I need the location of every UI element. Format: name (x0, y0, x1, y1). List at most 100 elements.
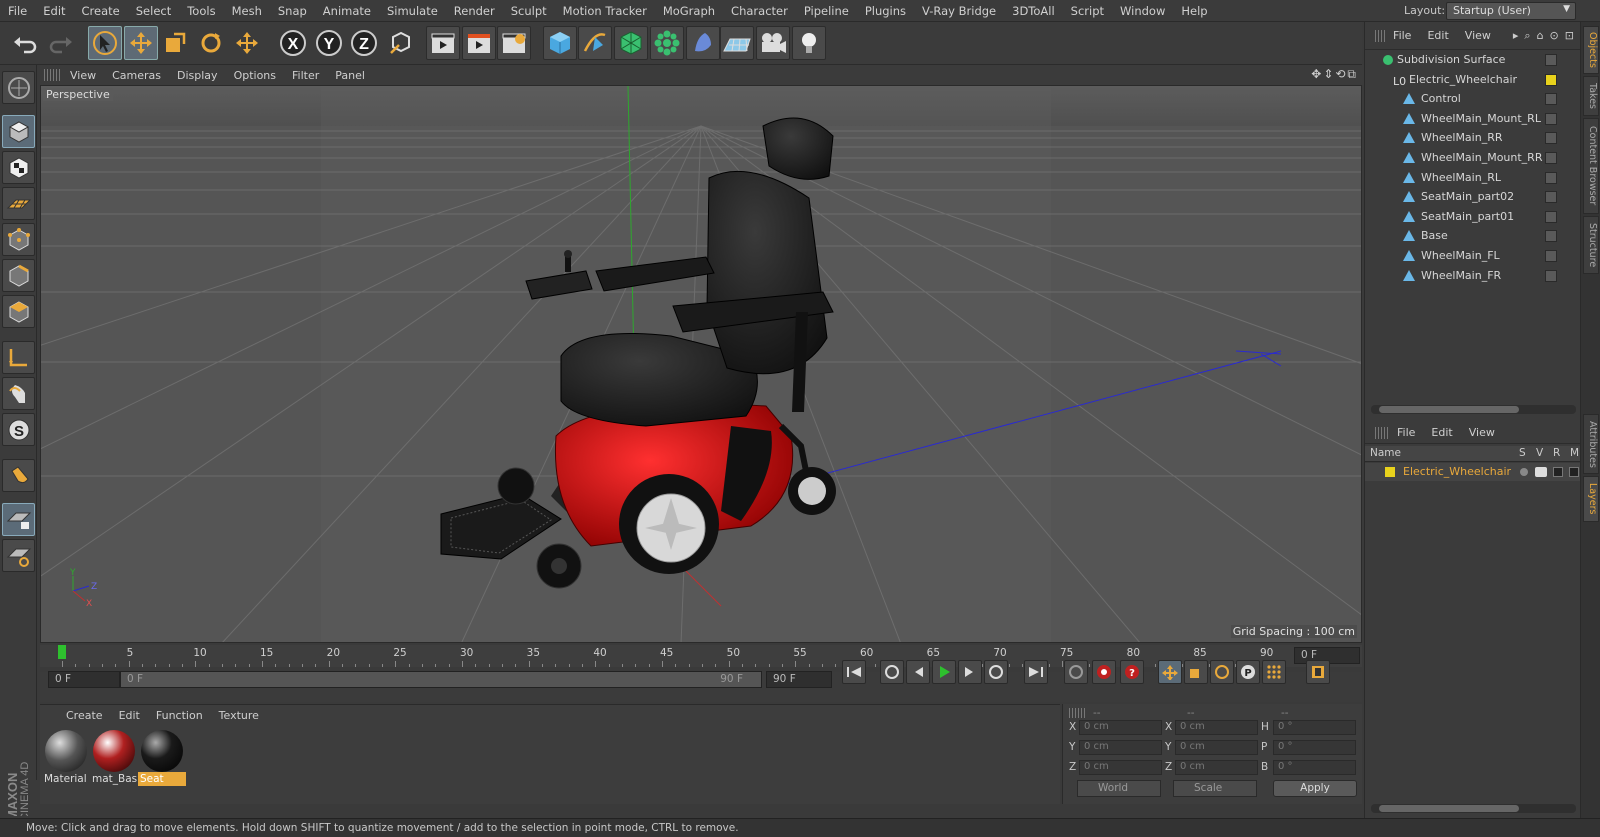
object-tree-row[interactable]: L0 Electric_Wheelchair (1365, 70, 1581, 90)
model-mode-icon[interactable] (2, 71, 35, 104)
tweak-mode-icon[interactable] (2, 377, 35, 410)
material-swatch[interactable]: mat_Bas (90, 729, 138, 788)
undo-icon[interactable] (8, 26, 42, 60)
key-pla-icon[interactable] (1262, 660, 1286, 684)
y-axis-lock-icon[interactable]: Y (312, 26, 346, 60)
menu-select[interactable]: Select (128, 0, 179, 22)
pen-spline-icon[interactable] (578, 26, 612, 60)
menu-file[interactable]: File (0, 0, 35, 22)
tab-content-browser[interactable]: Content Browser (1583, 118, 1599, 214)
drag-handle-icon[interactable] (1069, 708, 1085, 718)
render-icon[interactable] (1553, 467, 1563, 477)
menu-animate[interactable]: Animate (315, 0, 379, 22)
menu-render[interactable]: Render (446, 0, 503, 22)
object-tree-row[interactable]: WheelMain_RR (1365, 128, 1581, 148)
pos-z-field[interactable]: 0 cm (1079, 760, 1162, 775)
visibility-toggle-icon[interactable] (1545, 230, 1557, 243)
size-y-field[interactable]: 0 cm (1175, 740, 1258, 755)
objects-toolbar-icons[interactable]: ▸⌕⌂⊙⊡ (1513, 29, 1580, 43)
next-key-icon[interactable] (984, 660, 1008, 684)
snap-toggle-icon[interactable]: S (2, 413, 35, 446)
key-scale-icon[interactable] (1184, 660, 1208, 684)
material-swatch[interactable]: Material (42, 729, 90, 788)
layers-menu-view[interactable]: View (1461, 426, 1503, 439)
floor-icon[interactable] (720, 26, 754, 60)
light-icon[interactable] (792, 26, 826, 60)
layers-scrollbar[interactable] (1371, 804, 1576, 813)
subdivision-icon[interactable] (614, 26, 648, 60)
visibility-toggle-icon[interactable] (1545, 93, 1557, 106)
solo-dot-icon[interactable] (1520, 468, 1528, 476)
menu-mograph[interactable]: MoGraph (655, 0, 723, 22)
object-tree-row[interactable]: WheelMain_Mount_RR (1365, 148, 1581, 168)
visibility-toggle-icon[interactable] (1545, 132, 1557, 145)
texture-mode-icon[interactable] (2, 151, 35, 184)
viewport-menu-panel[interactable]: Panel (327, 69, 373, 82)
visibility-toggle-icon[interactable] (1545, 152, 1557, 164)
frame-range-slider[interactable]: 0 F 90 F (120, 671, 762, 688)
previous-frame-icon[interactable] (906, 660, 930, 684)
array-icon[interactable] (650, 26, 684, 60)
drag-handle-icon[interactable] (1375, 426, 1389, 439)
record-active-icon[interactable] (1092, 660, 1116, 684)
drag-handle-icon[interactable] (44, 69, 62, 81)
points-mode-icon[interactable] (2, 223, 35, 256)
material-menu-create[interactable]: Create (58, 709, 111, 722)
coordinate-system-icon[interactable] (384, 26, 418, 60)
redo-icon[interactable] (44, 26, 78, 60)
menu-character[interactable]: Character (723, 0, 796, 22)
layers-menu-edit[interactable]: Edit (1423, 426, 1460, 439)
current-frame-field[interactable]: 0 F (48, 671, 120, 688)
move-icon[interactable] (124, 26, 158, 60)
next-frame-icon[interactable] (958, 660, 982, 684)
objects-menu-edit[interactable]: Edit (1419, 29, 1456, 42)
previous-key-icon[interactable] (880, 660, 904, 684)
z-axis-lock-icon[interactable]: Z (347, 26, 381, 60)
object-mode-icon[interactable] (2, 115, 35, 148)
object-tree-row[interactable]: SeatMain_part01 (1365, 207, 1581, 227)
menu-create[interactable]: Create (74, 0, 128, 22)
transform-icon[interactable] (230, 26, 264, 60)
deformer-icon[interactable] (686, 26, 720, 60)
viewport-menu-filter[interactable]: Filter (284, 69, 327, 82)
object-tree-row[interactable]: WheelMain_FL (1365, 246, 1581, 266)
layer-color-swatch[interactable] (1385, 467, 1395, 477)
viewport-menu-view[interactable]: View (62, 69, 104, 82)
visibility-toggle-icon[interactable] (1545, 191, 1557, 204)
go-to-end-icon[interactable] (1024, 660, 1048, 684)
tab-objects[interactable]: Objects (1583, 26, 1599, 74)
cube-primitive-icon[interactable] (543, 26, 577, 60)
size-z-field[interactable]: 0 cm (1175, 760, 1258, 775)
menu-motion-tracker[interactable]: Motion Tracker (555, 0, 655, 22)
scale-icon[interactable] (158, 26, 192, 60)
objects-menu-view[interactable]: View (1457, 29, 1499, 42)
rot-h-field[interactable]: 0 ° (1273, 720, 1356, 735)
material-menu-edit[interactable]: Edit (111, 709, 148, 722)
key-parameter-icon[interactable]: P (1236, 660, 1260, 684)
pos-x-field[interactable]: 0 cm (1079, 720, 1162, 735)
layer-row[interactable]: Electric_Wheelchair (1365, 463, 1581, 481)
menu-mesh[interactable]: Mesh (224, 0, 270, 22)
pos-y-field[interactable]: 0 cm (1079, 740, 1162, 755)
object-tree-row[interactable]: Base (1365, 226, 1581, 246)
world-dropdown[interactable]: World (1077, 780, 1161, 797)
object-tree-row[interactable]: WheelMain_RL (1365, 168, 1581, 188)
menu-sculpt[interactable]: Sculpt (503, 0, 555, 22)
scale-dropdown[interactable]: Scale (1173, 780, 1257, 797)
tab-structure[interactable]: Structure (1583, 216, 1599, 274)
viewport-nav-icons[interactable]: ✥⇕⟲⧉ (1311, 67, 1358, 82)
go-to-start-icon[interactable] (842, 660, 866, 684)
tab-layers[interactable]: Layers (1583, 476, 1599, 522)
polygons-mode-icon[interactable] (2, 295, 35, 328)
axis-mode-icon[interactable] (2, 341, 35, 374)
motion-record-icon[interactable] (1064, 660, 1088, 684)
edges-mode-icon[interactable] (2, 259, 35, 292)
menu-tools[interactable]: Tools (179, 0, 223, 22)
layers-menu-file[interactable]: File (1389, 426, 1423, 439)
menu-simulate[interactable]: Simulate (379, 0, 446, 22)
menu-pipeline[interactable]: Pipeline (796, 0, 857, 22)
key-position-icon[interactable] (1158, 660, 1182, 684)
timeline-window-icon[interactable] (1306, 660, 1330, 684)
menu-help[interactable]: Help (1173, 0, 1215, 22)
rot-b-field[interactable]: 0 ° (1273, 760, 1356, 775)
